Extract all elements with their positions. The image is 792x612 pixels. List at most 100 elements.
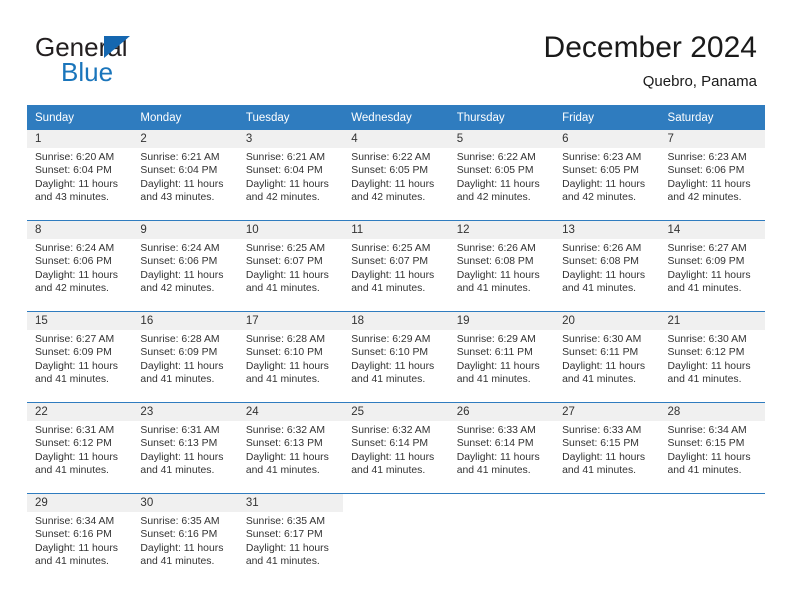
calendar-day-cell[interactable]: 23 Sunrise: 6:31 AM Sunset: 6:13 PM Dayligh… (132, 402, 238, 494)
calendar-day-cell[interactable]: 18 Sunrise: 6:29 AM Sunset: 6:10 PM Dayligh… (343, 311, 449, 403)
calendar-day-cell[interactable]: 11 Sunrise: 6:25 AM Sunset: 6:07 PM Dayligh… (343, 220, 449, 312)
day-cell-content: 22 Sunrise: 6:31 AM Sunset: 6:12 PM Dayligh… (27, 403, 133, 493)
calendar-day-cell[interactable]: 13 Sunrise: 6:26 AM Sunset: 6:08 PM Dayligh… (554, 220, 660, 312)
calendar-day-cell[interactable]: 8 Sunrise: 6:24 AM Sunset: 6:06 PM Daylight… (27, 220, 133, 312)
calendar-day-cell[interactable]: 28 Sunrise: 6:34 AM Sunset: 6:15 PM Dayligh… (659, 402, 765, 494)
day-sun-info: Sunrise: 6:21 AM Sunset: 6:04 PM Daylight:… (238, 148, 343, 205)
weekday-header-wednesday: Wednesday (343, 105, 449, 130)
calendar-day-cell[interactable]: 5 Sunrise: 6:22 AM Sunset: 6:05 PM Daylight… (448, 130, 555, 221)
calendar-day-cell[interactable]: 17 Sunrise: 6:28 AM Sunset: 6:10 PM Dayligh… (237, 311, 344, 403)
calendar-day-cell[interactable] (448, 493, 555, 584)
day-number: 31 (237, 494, 344, 512)
calendar-day-cell[interactable]: 6 Sunrise: 6:23 AM Sunset: 6:05 PM Daylight… (554, 130, 660, 221)
sunset-text: Sunset: 6:15 PM (667, 438, 745, 450)
sunset-text: Sunset: 6:13 PM (245, 438, 323, 450)
calendar-day-cell[interactable] (343, 493, 449, 584)
calendar-day-cell[interactable] (554, 493, 660, 584)
day-sun-info: Sunrise: 6:24 AM Sunset: 6:06 PM Daylight:… (27, 239, 132, 296)
calendar-day-cell[interactable]: 25 Sunrise: 6:32 AM Sunset: 6:14 PM Dayligh… (343, 402, 449, 494)
calendar-day-cell[interactable]: 9 Sunrise: 6:24 AM Sunset: 6:06 PM Daylight… (132, 220, 238, 312)
calendar-day-cell[interactable]: 21 Sunrise: 6:30 AM Sunset: 6:12 PM Dayligh… (659, 311, 765, 403)
calendar-day-cell[interactable]: 30 Sunrise: 6:35 AM Sunset: 6:16 PM Dayligh… (132, 493, 238, 584)
page-title: December 2024 (543, 31, 757, 64)
calendar-day-cell[interactable]: 2 Sunrise: 6:21 AM Sunset: 6:04 PM Daylight… (132, 130, 238, 221)
calendar-day-cell[interactable]: 7 Sunrise: 6:23 AM Sunset: 6:06 PM Daylight… (659, 130, 765, 221)
calendar-day-cell[interactable]: 10 Sunrise: 6:25 AM Sunset: 6:07 PM Dayligh… (237, 220, 344, 312)
sunset-text: Sunset: 6:09 PM (667, 256, 745, 268)
day-number: 16 (132, 312, 238, 330)
sunrise-text: Sunrise: 6:23 AM (562, 152, 642, 163)
calendar-day-cell[interactable]: 19 Sunrise: 6:29 AM Sunset: 6:11 PM Dayligh… (448, 311, 555, 403)
sunset-text: Sunset: 6:16 PM (35, 529, 112, 541)
day-sun-info: Sunrise: 6:35 AM Sunset: 6:16 PM Daylight:… (132, 512, 237, 569)
calendar-day-cell[interactable]: 22 Sunrise: 6:31 AM Sunset: 6:12 PM Dayligh… (27, 402, 133, 494)
calendar-day-cell[interactable]: 24 Sunrise: 6:32 AM Sunset: 6:13 PM Dayligh… (237, 402, 344, 494)
sunset-text: Sunset: 6:11 PM (456, 347, 533, 359)
sunset-text: Sunset: 6:16 PM (140, 529, 218, 541)
daylight-text: Daylight: 11 hours and 41 minutes. (35, 542, 118, 568)
sunrise-text: Sunrise: 6:21 AM (140, 152, 220, 163)
daylight-text: Daylight: 11 hours and 41 minutes. (140, 542, 224, 568)
calendar-day-cell[interactable]: 3 Sunrise: 6:21 AM Sunset: 6:04 PM Daylight… (237, 130, 344, 221)
day-number: 9 (132, 221, 238, 239)
day-cell-content: 24 Sunrise: 6:32 AM Sunset: 6:13 PM Dayligh… (237, 403, 344, 493)
calendar-day-cell[interactable]: 27 Sunrise: 6:33 AM Sunset: 6:15 PM Dayligh… (554, 402, 660, 494)
day-cell-content (660, 494, 765, 584)
sunset-text: Sunset: 6:09 PM (35, 347, 112, 359)
calendar-day-cell[interactable]: 1 Sunrise: 6:20 AM Sunset: 6:04 PM Daylight… (27, 130, 133, 221)
sunrise-text: Sunrise: 6:25 AM (351, 243, 431, 254)
day-number: 10 (237, 221, 344, 239)
sunrise-text: Sunrise: 6:25 AM (245, 243, 325, 254)
day-cell-content: 12 Sunrise: 6:26 AM Sunset: 6:08 PM Dayligh… (448, 221, 555, 311)
calendar-day-cell[interactable]: 29 Sunrise: 6:34 AM Sunset: 6:16 PM Dayligh… (27, 493, 133, 584)
day-cell-content: 1 Sunrise: 6:20 AM Sunset: 6:04 PM Daylight… (27, 130, 133, 220)
calendar-day-cell[interactable]: 16 Sunrise: 6:28 AM Sunset: 6:09 PM Dayligh… (132, 311, 238, 403)
day-sun-info: Sunrise: 6:30 AM Sunset: 6:11 PM Daylight:… (554, 330, 659, 387)
sunset-text: Sunset: 6:06 PM (667, 165, 745, 177)
daylight-text: Daylight: 11 hours and 41 minutes. (35, 360, 118, 386)
day-number: 1 (27, 130, 133, 148)
calendar-day-cell[interactable] (659, 493, 765, 584)
day-sun-info: Sunrise: 6:32 AM Sunset: 6:13 PM Daylight:… (238, 421, 343, 478)
day-number: 13 (554, 221, 660, 239)
day-number: 24 (237, 403, 344, 421)
daylight-text: Daylight: 11 hours and 41 minutes. (351, 360, 435, 386)
sunrise-text: Sunrise: 6:20 AM (35, 152, 115, 163)
calendar-day-cell[interactable]: 15 Sunrise: 6:27 AM Sunset: 6:09 PM Dayligh… (27, 311, 133, 403)
sunrise-text: Sunrise: 6:22 AM (351, 152, 431, 163)
day-number: 18 (343, 312, 449, 330)
sunset-text: Sunset: 6:04 PM (245, 165, 323, 177)
day-sun-info: Sunrise: 6:31 AM Sunset: 6:12 PM Daylight:… (27, 421, 132, 478)
day-sun-info: Sunrise: 6:31 AM Sunset: 6:13 PM Daylight:… (132, 421, 237, 478)
calendar-day-cell[interactable]: 26 Sunrise: 6:33 AM Sunset: 6:14 PM Dayligh… (448, 402, 555, 494)
day-number: 19 (448, 312, 555, 330)
calendar-day-cell[interactable]: 31 Sunrise: 6:35 AM Sunset: 6:17 PM Dayligh… (237, 493, 344, 584)
day-sun-info: Sunrise: 6:29 AM Sunset: 6:10 PM Daylight:… (343, 330, 448, 387)
daylight-text: Daylight: 11 hours and 41 minutes. (562, 451, 646, 477)
day-sun-info: Sunrise: 6:30 AM Sunset: 6:12 PM Daylight:… (660, 330, 765, 387)
day-cell-content: 23 Sunrise: 6:31 AM Sunset: 6:13 PM Dayligh… (132, 403, 238, 493)
calendar-grid: Sunday Monday Tuesday Wednesday Thursday Frid… (27, 105, 765, 584)
sunrise-text: Sunrise: 6:32 AM (245, 425, 325, 436)
day-sun-info: Sunrise: 6:20 AM Sunset: 6:04 PM Daylight:… (27, 148, 132, 205)
day-cell-content: 25 Sunrise: 6:32 AM Sunset: 6:14 PM Dayligh… (343, 403, 449, 493)
weekday-header-thursday: Thursday (448, 105, 555, 130)
sunrise-text: Sunrise: 6:33 AM (562, 425, 642, 436)
sunrise-text: Sunrise: 6:35 AM (140, 516, 220, 527)
calendar-page: General Blue December 2024 Quebro, Panam… (0, 0, 792, 612)
general-blue-logo[interactable]: General Blue (35, 33, 205, 89)
calendar-day-cell[interactable]: 4 Sunrise: 6:22 AM Sunset: 6:05 PM Daylight… (343, 130, 449, 221)
daylight-text: Daylight: 11 hours and 41 minutes. (456, 360, 540, 386)
calendar-day-cell[interactable]: 20 Sunrise: 6:30 AM Sunset: 6:11 PM Dayligh… (554, 311, 660, 403)
day-cell-content: 6 Sunrise: 6:23 AM Sunset: 6:05 PM Daylight… (554, 130, 660, 220)
day-sun-info: Sunrise: 6:33 AM Sunset: 6:15 PM Daylight:… (554, 421, 659, 478)
day-number: 23 (132, 403, 238, 421)
daylight-text: Daylight: 11 hours and 41 minutes. (562, 360, 646, 386)
sunset-text: Sunset: 6:10 PM (245, 347, 323, 359)
daylight-text: Daylight: 11 hours and 42 minutes. (351, 178, 435, 204)
calendar-day-cell[interactable]: 14 Sunrise: 6:27 AM Sunset: 6:09 PM Dayligh… (659, 220, 765, 312)
calendar-day-cell[interactable]: 12 Sunrise: 6:26 AM Sunset: 6:08 PM Dayligh… (448, 220, 555, 312)
day-cell-content: 15 Sunrise: 6:27 AM Sunset: 6:09 PM Dayligh… (27, 312, 133, 402)
calendar-week-row: 22 Sunrise: 6:31 AM Sunset: 6:12 PM Dayligh… (27, 402, 765, 494)
daylight-text: Daylight: 11 hours and 41 minutes. (245, 451, 329, 477)
